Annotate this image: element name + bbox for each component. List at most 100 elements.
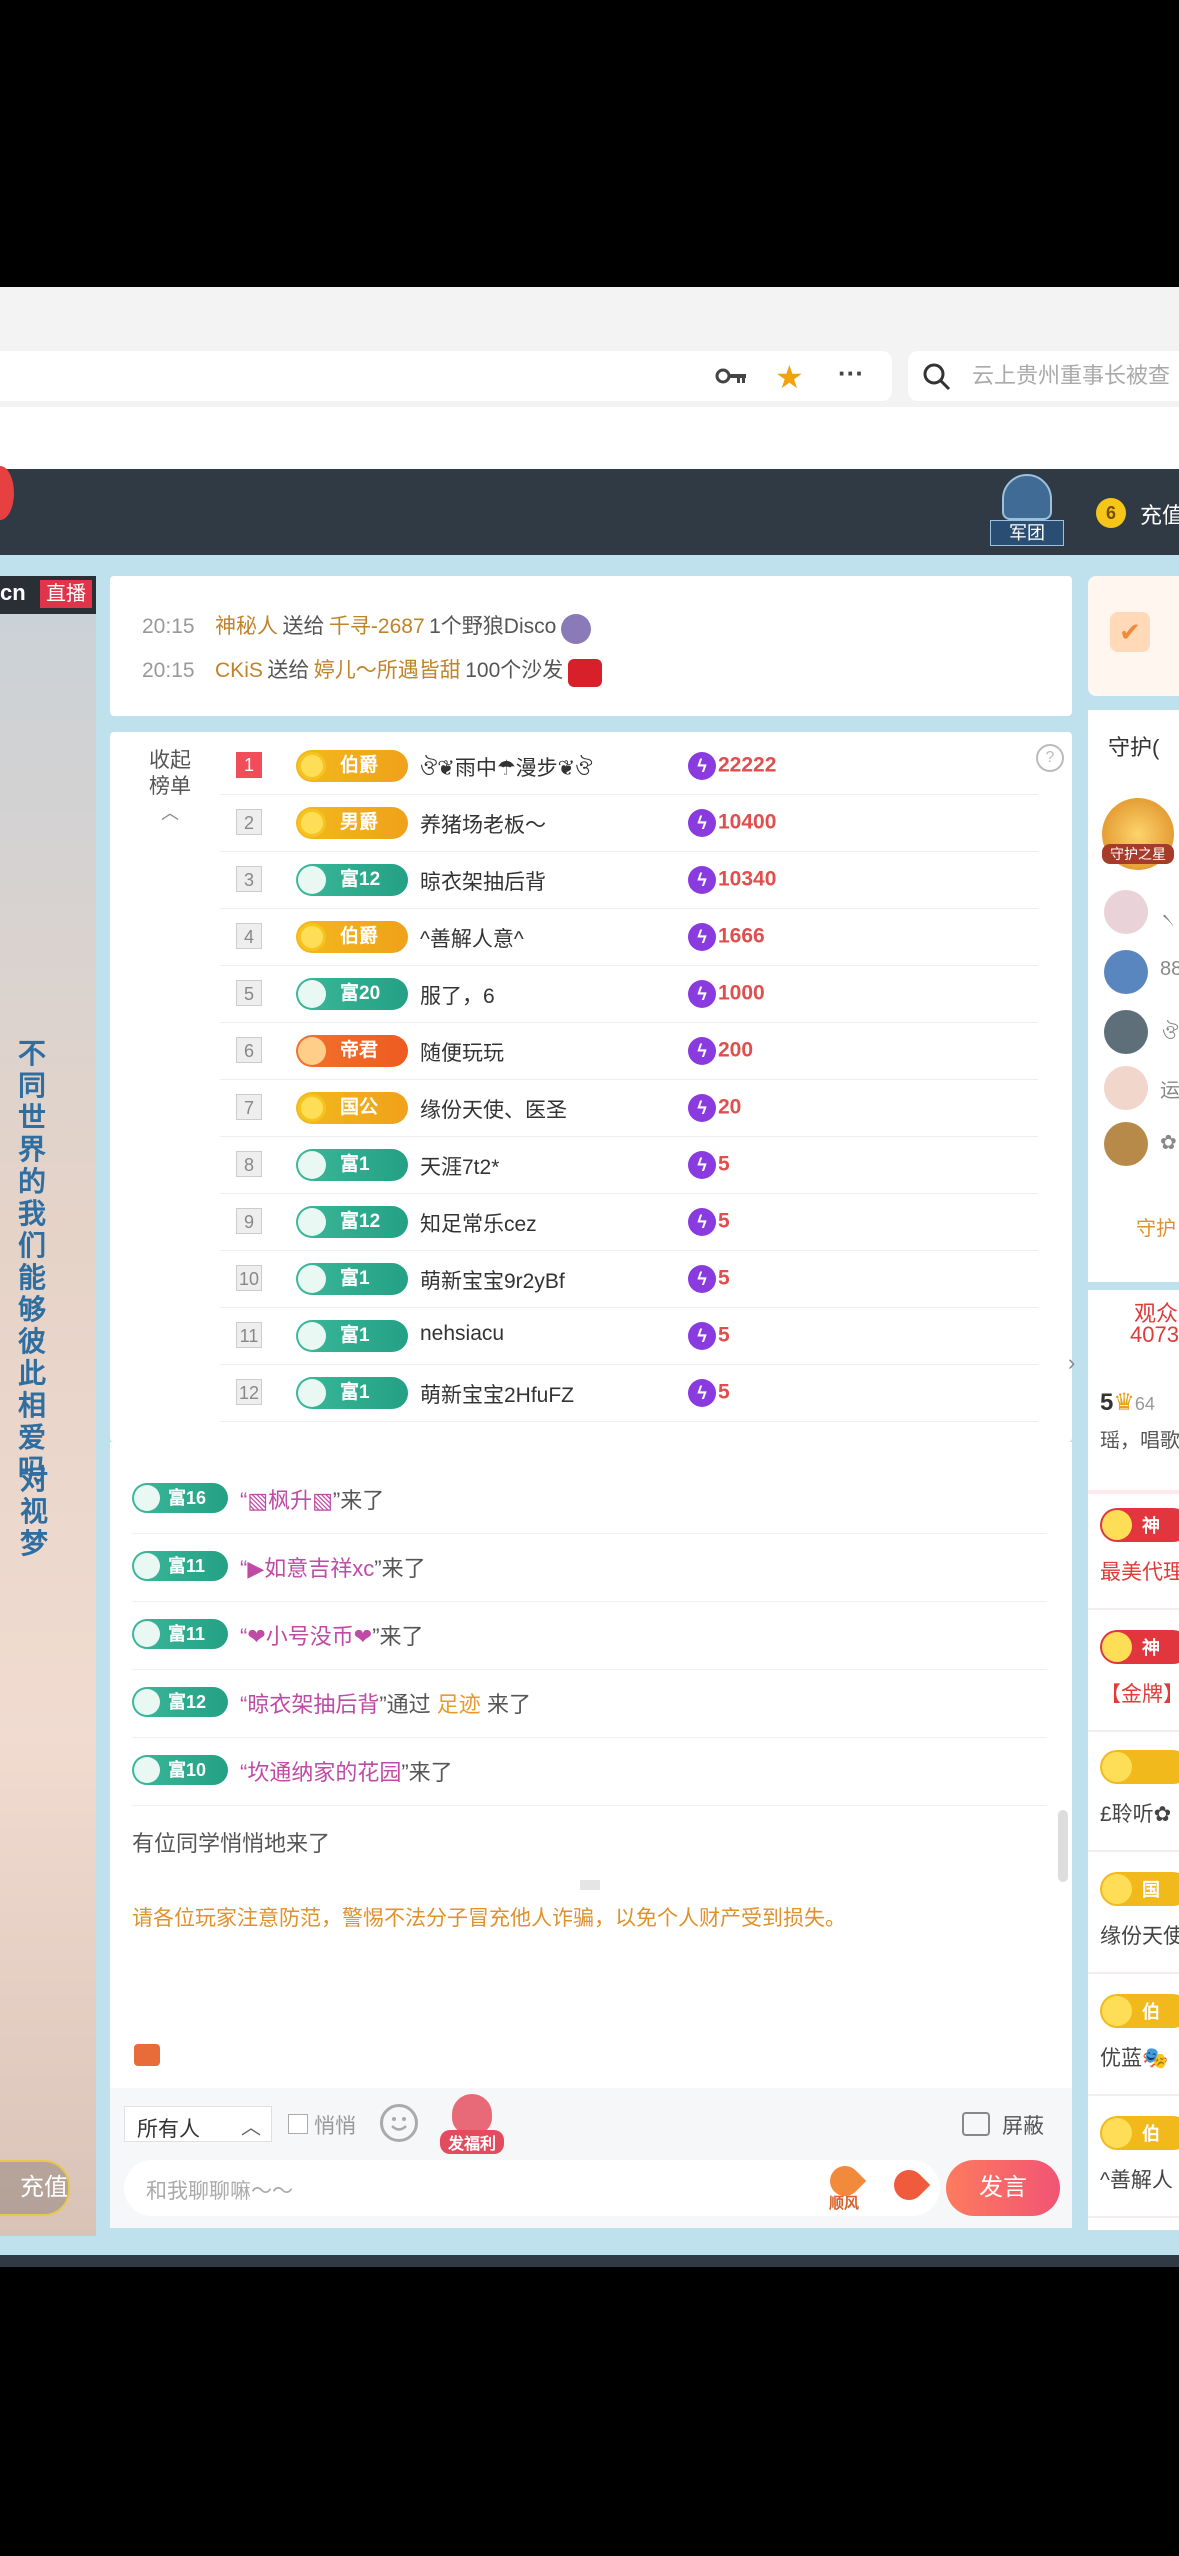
ranking-row[interactable]: 10 富1 萌新宝宝9r2yBf ϟ 5 <box>220 1251 1038 1308</box>
ranking-row[interactable]: 11 富1 nehsiacu ϟ 5 <box>220 1308 1038 1365</box>
gift-sender[interactable]: 神秘人 <box>215 615 278 638</box>
legion-button[interactable]: 军团 <box>990 474 1064 550</box>
rank-number: 3 <box>236 866 262 892</box>
gift-receiver[interactable]: 婷儿～所遇皆甜 <box>314 659 461 682</box>
ranking-row[interactable]: 1 伯爵 ঔ❦雨中☂漫步❦ঔ ϟ 22222 <box>220 738 1038 795</box>
block-icon[interactable] <box>962 2112 990 2136</box>
red-packet-button[interactable]: 发福利 <box>440 2094 504 2154</box>
address-bar[interactable] <box>0 351 892 401</box>
ranking-row[interactable]: 6 帝君 随便玩玩 ϟ 200 <box>220 1023 1038 1080</box>
chat-target-select[interactable]: 所有人 ︿ <box>124 2106 272 2142</box>
user-name[interactable]: 知足常乐cez <box>420 1208 537 1238</box>
guard-name: ৲ <box>1162 902 1175 924</box>
ranking-label: 榜单 <box>149 775 191 798</box>
ranking-row[interactable]: 2 男爵 养猪场老板～ ϟ 10400 <box>220 795 1038 852</box>
ranking-row[interactable]: 9 富12 知足常乐cez ϟ 5 <box>220 1194 1038 1251</box>
tailwind-rocket-icon[interactable]: 顺风 <box>822 2159 867 2212</box>
legion-label: 军团 <box>990 520 1064 546</box>
contribution-score: ϟ 10400 <box>688 809 776 837</box>
gift-receiver[interactable]: 千寻-2687 <box>329 615 425 638</box>
ranking-row[interactable]: 8 富1 天涯7t2* ϟ 5 <box>220 1137 1038 1194</box>
key-icon[interactable] <box>715 362 749 390</box>
search-input[interactable]: 云上贵州重事长被查 <box>972 358 1170 390</box>
rank-number: 9 <box>236 1208 262 1234</box>
right-rank-name[interactable]: 【金牌】 <box>1100 1678 1179 1708</box>
gift-sender[interactable]: CKiS <box>215 659 263 682</box>
ranking-row[interactable]: 12 富1 萌新宝宝2HfuFZ ϟ 5 <box>220 1365 1038 1422</box>
lightning-icon: ϟ <box>688 752 716 780</box>
ranking-row[interactable]: 5 富20 服了，6 ϟ 1000 <box>220 966 1038 1023</box>
ranking-row[interactable]: 4 伯爵 ^善解人意^ ϟ 1666 <box>220 909 1038 966</box>
chat-input[interactable]: 和我聊聊嘛～～ <box>124 2160 940 2216</box>
chat-text: “▧枫升▧”来了 <box>240 1483 384 1515</box>
guard-avatar[interactable] <box>1104 1122 1148 1166</box>
user-name[interactable]: 服了，6 <box>420 980 495 1010</box>
lightning-icon: ϟ <box>688 1208 716 1236</box>
user-name[interactable]: ^善解人意^ <box>420 923 524 953</box>
badge-icon <box>298 752 326 780</box>
chat-message: 富11 “▶如意吉祥xc”来了 <box>132 1533 1047 1602</box>
whisper-checkbox[interactable] <box>288 2114 308 2134</box>
level-badge: 富10 <box>132 1755 228 1785</box>
lightning-icon: ϟ <box>688 809 716 837</box>
more-icon[interactable]: ··· <box>838 360 872 390</box>
resize-handle[interactable] <box>580 1880 600 1890</box>
helmet-icon <box>1002 474 1052 520</box>
rocket-icon[interactable] <box>887 2163 931 2207</box>
guard-star-badge[interactable]: 守护之星 <box>1102 798 1174 870</box>
video-recharge-button[interactable]: 充值 <box>0 2160 70 2216</box>
search-icon[interactable] <box>922 362 952 392</box>
score-value: 20 <box>718 1095 742 1119</box>
badge-label: 国公 <box>340 1097 379 1118</box>
level-badge: 富12 <box>132 1687 228 1717</box>
block-button[interactable]: 屏蔽 <box>1002 2110 1044 2140</box>
task-icon[interactable]: ✔ <box>1110 612 1150 652</box>
level-badge: 富12 <box>296 864 408 896</box>
collapse-ranking-button[interactable]: 收起 榜单 ︿ <box>140 748 200 826</box>
anonymous-entry-message: 有位同学悄悄地来了 <box>132 1831 331 1856</box>
user-name[interactable]: nehsiacu <box>420 1322 504 1346</box>
star-icon[interactable]: ★ <box>775 360 809 394</box>
collapse-right-icon[interactable]: › <box>1068 1350 1084 1380</box>
help-icon[interactable]: ? <box>1036 744 1064 772</box>
guard-avatar[interactable] <box>1104 950 1148 994</box>
right-rank-name[interactable]: ^善解人 <box>1100 2164 1173 2194</box>
user-name[interactable]: 晾衣架抽后背 <box>420 866 546 896</box>
user-name[interactable]: 随便玩玩 <box>420 1037 504 1067</box>
ranking-row[interactable]: 7 国公 缘份天使、医圣 ϟ 20 <box>220 1080 1038 1137</box>
user-name[interactable]: 萌新宝宝2HfuFZ <box>420 1379 574 1409</box>
right-rank-name[interactable]: £聆听✿ <box>1100 1798 1171 1828</box>
ranking-row[interactable]: 3 富12 晾衣架抽后背 ϟ 10340 <box>220 852 1038 909</box>
user-name[interactable]: ঔ❦雨中☂漫步❦ঔ <box>420 752 592 787</box>
rank-number: 2 <box>236 809 262 835</box>
guard-avatar[interactable] <box>1104 890 1148 934</box>
user-name[interactable]: 天涯7t2* <box>420 1151 499 1181</box>
video-player[interactable] <box>0 576 96 2236</box>
chat-user-name[interactable]: 晾衣架抽后背 <box>247 1692 379 1717</box>
right-rank-name[interactable]: 缘份天使 <box>1100 1920 1179 1950</box>
chat-user-name[interactable]: ▧枫升▧ <box>247 1488 333 1513</box>
emoji-icon[interactable] <box>380 2104 418 2142</box>
user-name[interactable]: 养猪场老板～ <box>420 809 546 839</box>
guard-avatar[interactable] <box>1104 1066 1148 1110</box>
right-rank-name[interactable]: 最美代理 <box>1100 1556 1179 1586</box>
level-badge: 男爵 <box>296 807 408 839</box>
wolf-disco-gift-icon <box>560 613 591 644</box>
score-value: 5 <box>718 1152 730 1176</box>
user-name[interactable]: 缘份天使、医圣 <box>420 1094 567 1124</box>
chat-user-name[interactable]: 坎通纳家的花园 <box>247 1760 401 1785</box>
user-name[interactable]: 萌新宝宝9r2yBf <box>420 1265 565 1295</box>
send-button[interactable]: 发言 <box>946 2160 1060 2216</box>
message-icon[interactable] <box>134 2044 160 2066</box>
gift-feed <box>110 576 1072 716</box>
chat-scrollbar[interactable] <box>1058 1810 1068 1882</box>
guard-avatar[interactable] <box>1104 1010 1148 1054</box>
score-value: 10340 <box>718 867 777 891</box>
chat-user-name[interactable]: ▶如意吉祥xc <box>247 1556 374 1581</box>
header-recharge-link[interactable]: 充值 <box>1140 498 1179 530</box>
right-rank-badge <box>1100 1750 1179 1784</box>
right-rank-name[interactable]: 优蓝🎭 <box>1100 2042 1168 2072</box>
guard-more-link[interactable]: 守护 <box>1136 1212 1176 1241</box>
divider <box>1088 1608 1179 1610</box>
chat-user-name[interactable]: ❤小号没币❤ <box>247 1624 372 1649</box>
